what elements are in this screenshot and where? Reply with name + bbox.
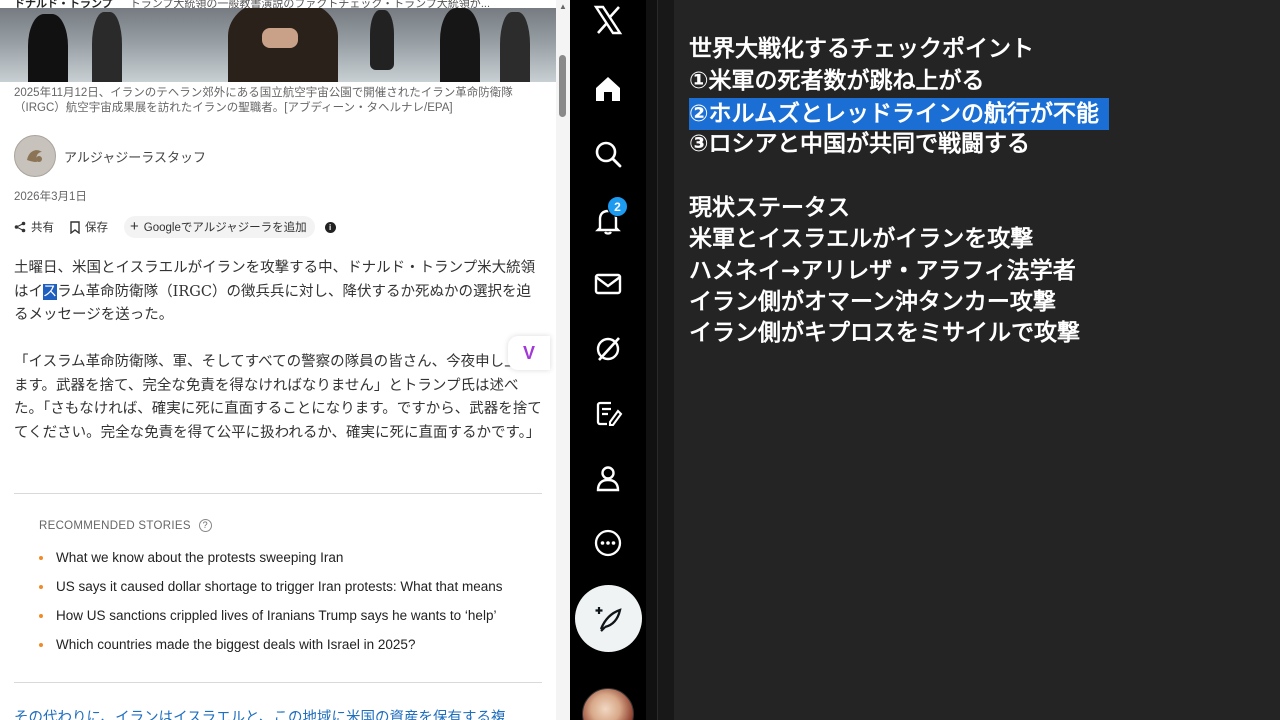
bullet-icon	[39, 584, 43, 589]
share-button[interactable]: 共有	[14, 219, 54, 235]
grok-icon[interactable]	[590, 331, 626, 367]
divider-bottom	[14, 682, 542, 683]
note-line-heading: 世界大戦化するチェックポイント	[689, 36, 1034, 62]
story-link[interactable]: What we know about the protests sweeping…	[56, 550, 343, 565]
publish-date: 2026年3月1日	[14, 191, 87, 203]
divider-top	[14, 493, 542, 494]
save-label: 保存	[85, 222, 108, 234]
text-selection: ス	[42, 283, 58, 300]
x-logo-icon[interactable]	[590, 2, 626, 38]
author-name[interactable]: アルジャジーラスタッフ	[64, 147, 206, 166]
related-link-trump[interactable]: ドナルド・トランプ	[14, 0, 113, 8]
notification-badge: 2	[607, 196, 628, 217]
add-google-source-button[interactable]: + Googleでアルジャジーラを追加	[124, 216, 315, 238]
note-line-status-2: ハメネイ→アリレザ・アラフィ法学者	[689, 258, 1076, 284]
recommended-title: RECOMMENDED STORIES	[39, 519, 191, 532]
home-icon[interactable]	[590, 71, 626, 107]
share-icon	[14, 221, 26, 233]
add-google-label: Googleでアルジャジーラを追加	[143, 222, 307, 234]
v-extension-icon[interactable]: V	[508, 336, 550, 370]
recommended-story-3[interactable]: How US sanctions crippled lives of Irani…	[39, 608, 496, 623]
notes-pane[interactable]: 世界大戦化するチェックポイント ①米軍の死者数が跳ね上がる ②ホルムズとレッドラ…	[674, 0, 1280, 720]
image-caption: 2025年11月12日、イランのテヘラン郊外にある国立航空宇宙公園で開催されたイ…	[14, 87, 513, 114]
bullet-icon	[39, 555, 43, 560]
plus-icon: +	[130, 218, 139, 235]
note-line-checkpoint-3: ③ロシアと中国が共同で戦闘する	[689, 131, 1031, 157]
save-button[interactable]: 保存	[70, 219, 108, 235]
post-button[interactable]	[575, 585, 642, 652]
feather-plus-icon	[595, 606, 622, 632]
note-line-status-heading: 現状ステータス	[689, 195, 850, 221]
hero-image	[0, 0, 556, 82]
bookmark-icon	[70, 220, 80, 234]
story-link[interactable]: How US sanctions crippled lives of Irani…	[56, 608, 496, 623]
note-line-checkpoint-1: ①米軍の死者数が跳ね上がる	[689, 68, 985, 94]
share-label: 共有	[31, 222, 54, 234]
search-icon[interactable]	[590, 136, 626, 172]
compose-list-icon[interactable]	[590, 395, 626, 431]
note-line-status-4: イラン側がキプロスをミサイルで攻撃	[689, 320, 1080, 346]
paragraph-1-text-end: ラム革命防衛隊（IRGC）の徴兵兵に対し、降伏するか死ぬかの選択を迫るメッセージ…	[14, 283, 531, 324]
scrollbar-thumb[interactable]	[559, 55, 566, 117]
article-paragraph-1: 土曜日、米国とイスラエルがイランを攻撃する中、ドナルド・トランプ米大統領はイスラ…	[14, 257, 542, 328]
recommended-stories-header: RECOMMENDED STORIES ?	[39, 519, 212, 532]
recommended-story-2[interactable]: US says it caused dollar shortage to tri…	[39, 579, 502, 594]
related-link-factcheck[interactable]: トランプ大統領の一般教書演説のファクトチェック・トランプ大統領が...	[130, 0, 490, 8]
note-line-checkpoint-2-selected: ②ホルムズとレッドラインの航行が不能	[689, 98, 1110, 130]
scroll-up-arrow-icon[interactable]: ▲	[558, 2, 568, 12]
bullet-icon	[39, 642, 43, 647]
related-links-bar[interactable]: ドナルド・トランプ トランプ大統領の一般教書演説のファクトチェック・トランプ大統…	[0, 0, 556, 8]
note-line-status-1: 米軍とイスラエルがイランを攻撃	[689, 226, 1034, 252]
author-block[interactable]: アルジャジーラスタッフ	[14, 135, 206, 177]
recommended-story-1[interactable]: What we know about the protests sweeping…	[39, 550, 343, 565]
article-pane: ドナルド・トランプ トランプ大統領の一般教書演説のファクトチェック・トランプ大統…	[0, 0, 556, 720]
profile-icon[interactable]	[590, 460, 626, 496]
note-line-status-3: イラン側がオマーン沖タンカー攻撃	[689, 289, 1056, 315]
story-link[interactable]: US says it caused dollar shortage to tri…	[56, 579, 502, 594]
article-paragraph-3: その代わりに、イランはイスラエルと、この地域に米国の資産を保有する複	[14, 710, 506, 720]
notes-gutter	[658, 0, 674, 720]
info-icon[interactable]: i	[324, 221, 336, 233]
help-icon[interactable]: ?	[198, 519, 212, 532]
mail-icon[interactable]	[590, 266, 626, 302]
story-link[interactable]: Which countries made the biggest deals w…	[56, 637, 415, 652]
recommended-story-4[interactable]: Which countries made the biggest deals w…	[39, 637, 415, 652]
aljazeera-logo-icon	[14, 135, 56, 177]
more-icon[interactable]	[590, 525, 626, 561]
bullet-icon	[39, 613, 43, 618]
article-actions: 共有 保存 + Googleでアルジャジーラを追加 i	[14, 215, 336, 239]
article-paragraph-2: 「イスラム革命防衛隊、軍、そしてすべての警察の隊員の皆さん、今夜申し上げます。武…	[14, 354, 542, 441]
